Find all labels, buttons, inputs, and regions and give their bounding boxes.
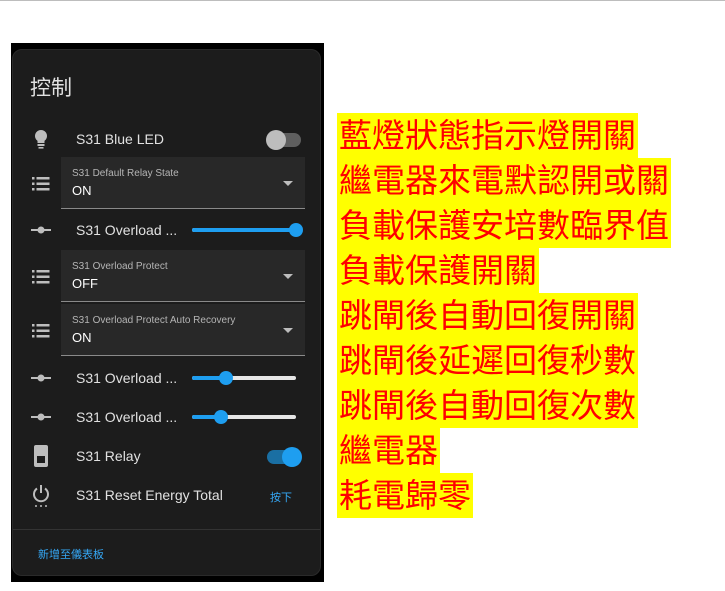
recovery-count-slider[interactable] [192,410,296,424]
overload-threshold-label: S31 Overload ... [76,222,178,238]
select-value: OFF [72,276,98,291]
switch-icon [29,444,53,468]
recovery-delay-label: S31 Overload ... [76,370,178,386]
relay-toggle[interactable] [267,447,302,467]
blue-led-label: S31 Blue LED [76,131,164,147]
select-value: ON [72,330,92,345]
note-auto-recovery: 跳閘後自動回復開關 [337,293,638,338]
note-blue-led: 藍燈狀態指示燈開關 [337,113,638,158]
overload-protect-select[interactable]: S31 Overload Protect OFF [61,250,305,302]
list-icon [29,319,53,343]
controls-card: 控制 S31 Blue LED S31 Default Relay State … [12,49,321,576]
reset-energy-label: S31 Reset Energy Total [76,487,223,503]
slider-thumb[interactable] [219,371,234,385]
blue-led-toggle[interactable] [266,130,301,150]
recovery-delay-slider[interactable] [192,371,296,385]
note-recovery-delay: 跳閘後延遲回復秒數 [337,338,638,383]
slider-icon [29,366,53,390]
note-relay: 繼電器 [337,428,440,473]
select-caption: S31 Overload Protect [72,261,168,272]
note-overload-threshold: 負載保護安培數臨界值 [337,203,671,248]
slider-thumb[interactable] [214,410,229,424]
recovery-count-label: S31 Overload ... [76,409,178,425]
top-divider [0,0,725,1]
card-divider [13,529,320,530]
select-value: ON [72,183,92,198]
toggle-knob [282,447,302,467]
note-reset-energy: 耗電歸零 [337,473,473,518]
default-relay-state-select[interactable]: S31 Default Relay State ON [61,157,305,209]
list-icon [29,172,53,196]
slider-icon [29,218,53,242]
chevron-down-icon [283,181,293,186]
select-caption: S31 Overload Protect Auto Recovery [72,315,236,326]
relay-label: S31 Relay [76,448,141,464]
overload-threshold-slider[interactable] [192,223,303,237]
power-icon [29,484,53,508]
note-recovery-count: 跳閘後自動回復次數 [337,383,638,428]
press-button[interactable]: 按下 [270,489,292,505]
note-default-relay: 繼電器來電默認開或關 [337,158,671,203]
toggle-knob [266,130,286,150]
card-title: 控制 [30,77,72,100]
add-to-dashboard-link[interactable]: 新增至儀表板 [38,546,104,562]
lightbulb-icon [29,127,53,151]
annotation-notes: 藍燈狀態指示燈開關 繼電器來電默認開或關 負載保護安培數臨界值 負載保護開關 跳… [337,113,671,518]
chevron-down-icon [283,274,293,279]
chevron-down-icon [283,328,293,333]
blue-led-row[interactable]: S31 Blue LED [13,127,322,153]
auto-recovery-select[interactable]: S31 Overload Protect Auto Recovery ON [61,304,305,356]
note-overload-protect: 負載保護開關 [337,248,539,293]
select-caption: S31 Default Relay State [72,168,179,179]
slider-thumb[interactable] [289,223,303,237]
list-icon [29,265,53,289]
slider-fill [192,228,296,232]
slider-icon [29,405,53,429]
